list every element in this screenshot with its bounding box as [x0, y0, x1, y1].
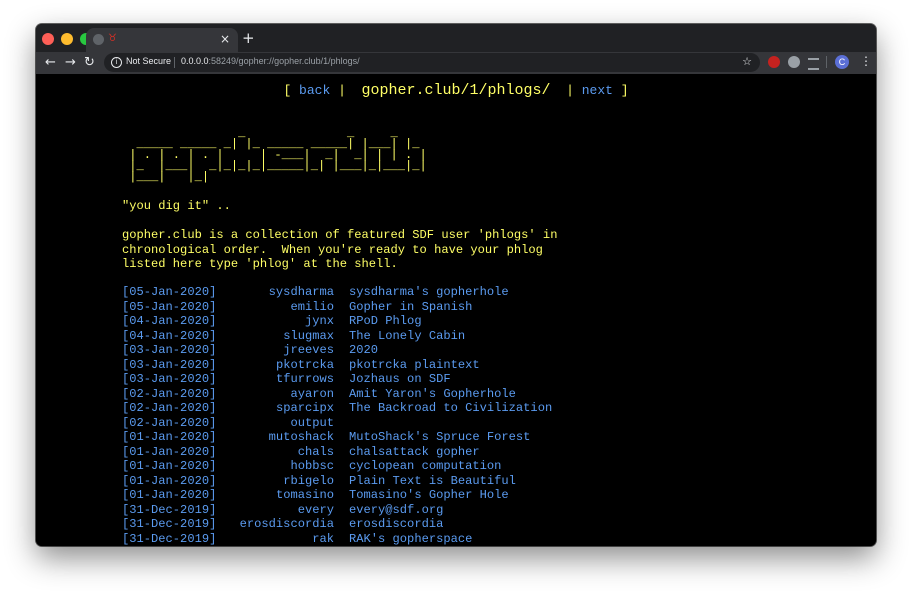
phlog-title-link[interactable]: every@sdf.org — [349, 503, 443, 518]
phlog-title-link[interactable]: erosdiscordia — [349, 517, 443, 532]
address-bar[interactable]: i Not Secure 0.0.0.0:58249/gopher://goph… — [104, 53, 760, 72]
window-controls — [42, 33, 92, 45]
ascii-logo: _ _ _ _____ _____ _| |_ _____ _____| |__… — [129, 126, 427, 184]
tab-close-icon[interactable]: × — [220, 32, 230, 46]
url-path: :58249/gopher://gopher.club/1/phlogs/ — [208, 56, 360, 66]
phlog-user[interactable]: pkotrcka — [122, 358, 334, 373]
phlog-user[interactable]: output — [122, 416, 334, 431]
profile-avatar[interactable]: C — [835, 55, 849, 69]
nav-separator: | — [550, 83, 582, 98]
phlog-user[interactable]: every — [122, 503, 334, 518]
tab-strip: ♉ × + — [36, 24, 876, 52]
next-link[interactable]: next — [582, 83, 613, 98]
phlog-title-link[interactable]: Amit Yaron's Gopherhole — [349, 387, 516, 402]
reload-icon[interactable]: ↻ — [84, 54, 95, 72]
security-label[interactable]: Not Secure — [126, 56, 171, 66]
phlog-title-link[interactable]: Tomasino's Gopher Hole — [349, 488, 509, 503]
phlog-title-link[interactable]: Jozhaus on SDF — [349, 372, 451, 387]
bookmark-star-icon[interactable]: ☆ — [742, 55, 752, 68]
phlog-user[interactable]: hobbsc — [122, 459, 334, 474]
phlog-title-link[interactable]: Gopher in Spanish — [349, 300, 472, 315]
phlog-user[interactable]: sparcipx — [122, 401, 334, 416]
back-arrow-icon[interactable]: ← — [45, 54, 56, 72]
minimize-window-button[interactable] — [61, 33, 73, 45]
phlog-title-link[interactable]: MutoShack's Spruce Forest — [349, 430, 530, 445]
ublock-extension-icon[interactable] — [768, 56, 780, 68]
extension-icon[interactable] — [788, 56, 800, 68]
phlog-title-link[interactable]: chalsattack gopher — [349, 445, 480, 460]
url-host: 0.0.0.0 — [181, 56, 209, 66]
browser-window: ♉ × + ← → ↻ i Not Secure 0.0.0.0:58249/g… — [36, 24, 876, 546]
phlog-title-link[interactable]: 2020 — [349, 343, 378, 358]
gopher-nav: [ back | gopher.club/1/phlogs/ | next ] — [36, 82, 876, 99]
address-divider — [174, 57, 175, 68]
phlog-user[interactable]: chals — [122, 445, 334, 460]
phlog-user[interactable]: tomasino — [122, 488, 334, 503]
phlog-user[interactable]: rak — [122, 532, 334, 547]
gopher-favicon-icon: ♉ — [108, 33, 117, 44]
phlog-user[interactable]: tfurrows — [122, 372, 334, 387]
phlog-user[interactable]: emilio — [122, 300, 334, 315]
nav-bracket-open: [ — [283, 83, 300, 98]
page-content: [ back | gopher.club/1/phlogs/ | next ] … — [36, 74, 876, 546]
phlog-title-link[interactable]: pkotrcka plaintext — [349, 358, 480, 373]
phlog-title-link[interactable]: The Lonely Cabin — [349, 329, 465, 344]
nav-separator: | — [330, 83, 362, 98]
nav-bracket-close: ] — [612, 83, 629, 98]
new-tab-button[interactable]: + — [242, 29, 255, 47]
loading-icon — [93, 34, 104, 45]
browser-toolbar: ← → ↻ i Not Secure 0.0.0.0:58249/gopher:… — [36, 52, 876, 74]
phlog-user[interactable]: mutoshack — [122, 430, 334, 445]
info-icon[interactable]: i — [111, 57, 122, 68]
reader-extension-icon[interactable] — [808, 58, 819, 70]
phlog-title-link[interactable]: sysdharma's gopherhole — [349, 285, 509, 300]
phlog-title-link[interactable]: Plain Text is Beautiful — [349, 474, 516, 489]
phlog-title-link[interactable]: cyclopean computation — [349, 459, 501, 474]
phlog-user[interactable]: slugmax — [122, 329, 334, 344]
phlog-title-link[interactable]: RPoD Phlog — [349, 314, 422, 329]
intro-text: gopher.club is a collection of featured … — [122, 228, 558, 271]
phlog-user[interactable]: rbigelo — [122, 474, 334, 489]
phlog-title-link[interactable]: RAK's gopherspace — [349, 532, 472, 547]
phlog-user[interactable]: erosdiscordia — [122, 517, 334, 532]
phlog-user[interactable]: jreeves — [122, 343, 334, 358]
phlog-user[interactable]: ayaron — [122, 387, 334, 402]
browser-menu-icon[interactable]: ⋮ — [860, 54, 872, 68]
phlog-title-link[interactable]: The Backroad to Civilization — [349, 401, 552, 416]
tab-active[interactable]: ♉ × — [86, 28, 238, 52]
forward-arrow-icon[interactable]: → — [65, 54, 76, 72]
phlog-user[interactable]: sysdharma — [122, 285, 334, 300]
toolbar-divider — [826, 56, 827, 68]
page-path: gopher.club/1/phlogs/ — [361, 82, 551, 99]
back-link[interactable]: back — [299, 83, 330, 98]
url-text[interactable]: 0.0.0.0:58249/gopher://gopher.club/1/phl… — [181, 56, 360, 66]
phlog-user[interactable]: jynx — [122, 314, 334, 329]
close-window-button[interactable] — [42, 33, 54, 45]
tagline: "you dig it" .. — [122, 199, 231, 213]
